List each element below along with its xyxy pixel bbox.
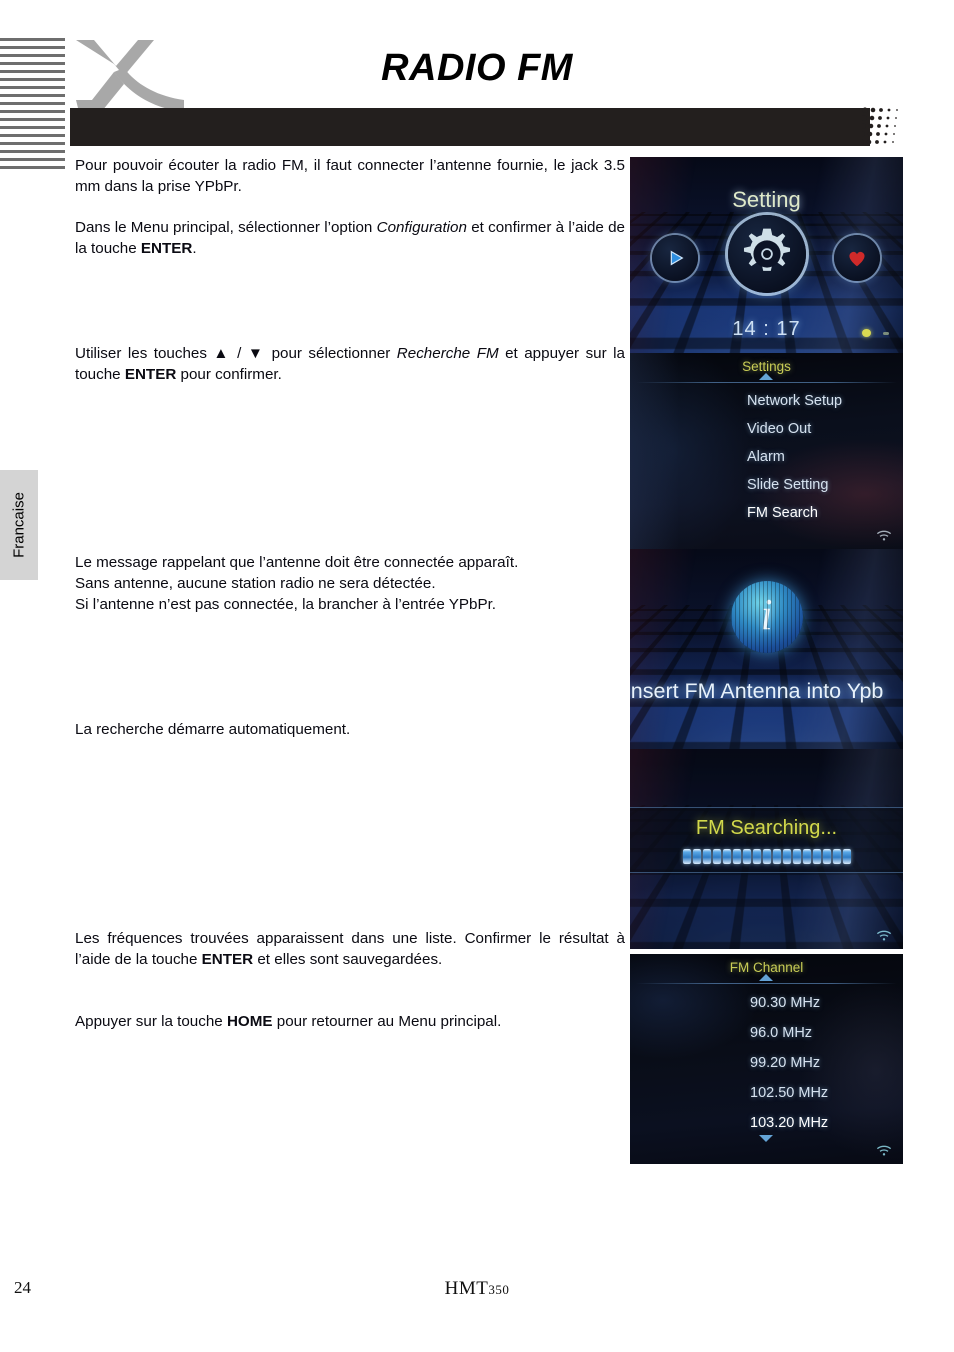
screenshot-fm-channel-list: FM Channel 90.30 MHz 96.0 MHz 99.20 MHz 102… <box>630 954 903 1164</box>
progress-segment <box>692 849 701 864</box>
menu-divider <box>636 983 897 984</box>
wifi-icon <box>876 930 892 941</box>
progress-segment <box>722 849 731 864</box>
settings-menu-item[interactable]: FM Search <box>630 499 903 527</box>
menu-divider <box>636 382 897 383</box>
search-progress-bar <box>630 849 903 864</box>
chevron-up-icon[interactable] <box>758 974 773 981</box>
paragraph-antenna-warning: Le message rappelant que l’antenne doit … <box>75 554 519 613</box>
screenshot-settings-menu: Settings Network Setup Video Out Alarm Slid… <box>630 353 903 549</box>
chevron-up-icon[interactable] <box>758 373 773 380</box>
language-tab-label: Francaise <box>10 492 28 558</box>
progress-segment <box>842 849 851 864</box>
progress-segment <box>832 849 841 864</box>
screenshot-antenna-warning: i insert FM Antenna into Ypb <box>630 549 903 749</box>
footer-model: HMT350 <box>0 1278 954 1300</box>
progress-segment <box>812 849 821 864</box>
fm-searching-label: FM Searching... <box>695 817 838 839</box>
paragraph-search-auto-start: La recherche démarre automatiquement. <box>75 721 351 738</box>
fm-channel-item[interactable]: 103.20 MHz <box>630 1108 903 1138</box>
progress-segment <box>772 849 781 864</box>
language-tab: Francaise <box>0 470 38 580</box>
progress-segment <box>742 849 751 864</box>
paragraph-select-fm-search: Utiliser les touches ▲ / ▼ pour sélectio… <box>75 345 625 383</box>
progress-segment <box>782 849 791 864</box>
progress-segment <box>822 849 831 864</box>
fm-channel-item[interactable]: 90.30 MHz <box>630 988 903 1018</box>
progress-segment <box>682 849 691 864</box>
paragraph-antenna-connect: Pour pouvoir écouter la radio FM, il fau… <box>75 157 625 195</box>
footer-model-number: 350 <box>488 1282 510 1297</box>
fm-channel-item[interactable]: 102.50 MHz <box>630 1078 903 1108</box>
header-rule-bar <box>70 108 870 146</box>
fm-channel-item[interactable]: 99.20 MHz <box>630 1048 903 1078</box>
play-icon[interactable] <box>652 235 698 281</box>
progress-segment <box>792 849 801 864</box>
progress-segment <box>802 849 811 864</box>
status-dot-gray <box>883 332 889 335</box>
paragraph-frequency-list: Les fréquences trouvées apparaissent dan… <box>75 930 625 968</box>
settings-menu-list: Network Setup Video Out Alarm Slide Setting… <box>630 387 903 527</box>
heart-icon[interactable] <box>834 235 880 281</box>
scanline-overlay <box>730 581 803 653</box>
fm-channel-header: FM Channel <box>729 960 804 975</box>
info-icon: i <box>730 581 803 653</box>
chevron-down-icon[interactable] <box>758 1135 773 1142</box>
antenna-warning-message: insert FM Antenna into Ypb <box>630 679 884 703</box>
settings-menu-item[interactable]: Slide Setting <box>630 471 903 499</box>
paragraph-main-menu-config: Dans le Menu principal, sélectionner l’o… <box>75 219 625 257</box>
manual-page: RADIO FM Francaise Pour pouvoir écouter … <box>0 0 954 1352</box>
settings-menu-item[interactable]: Video Out <box>630 415 903 443</box>
screenshot-setting-home: Setting 14: 17 <box>630 157 903 353</box>
progress-segment <box>712 849 721 864</box>
footer-model-name: HMT <box>444 1278 489 1299</box>
screenshot-column: Setting 14: 17 Settings Network Setup V… <box>630 157 903 1164</box>
settings-menu-item[interactable]: Network Setup <box>630 387 903 415</box>
screenshot-fm-searching: FM Searching... <box>630 749 903 949</box>
settings-menu-header: Settings <box>742 359 791 374</box>
halftone-decoration <box>858 106 908 148</box>
fm-channel-list: 90.30 MHz 96.0 MHz 99.20 MHz 102.50 MHz 103.… <box>630 988 903 1138</box>
progress-segment <box>702 849 711 864</box>
setting-screen-title: Setting <box>732 187 801 212</box>
fm-channel-item[interactable]: 96.0 MHz <box>630 1018 903 1048</box>
wifi-icon <box>876 530 892 541</box>
gear-icon[interactable] <box>728 215 806 293</box>
status-dot-yellow <box>862 329 871 337</box>
wifi-icon <box>876 1145 892 1156</box>
page-title: RADIO FM <box>381 47 573 89</box>
progress-segment <box>752 849 761 864</box>
progress-segment <box>732 849 741 864</box>
progress-segment <box>762 849 771 864</box>
settings-menu-item[interactable]: Alarm <box>630 443 903 471</box>
paragraph-home-button: Appuyer sur la touche HOME pour retourne… <box>75 1013 502 1030</box>
